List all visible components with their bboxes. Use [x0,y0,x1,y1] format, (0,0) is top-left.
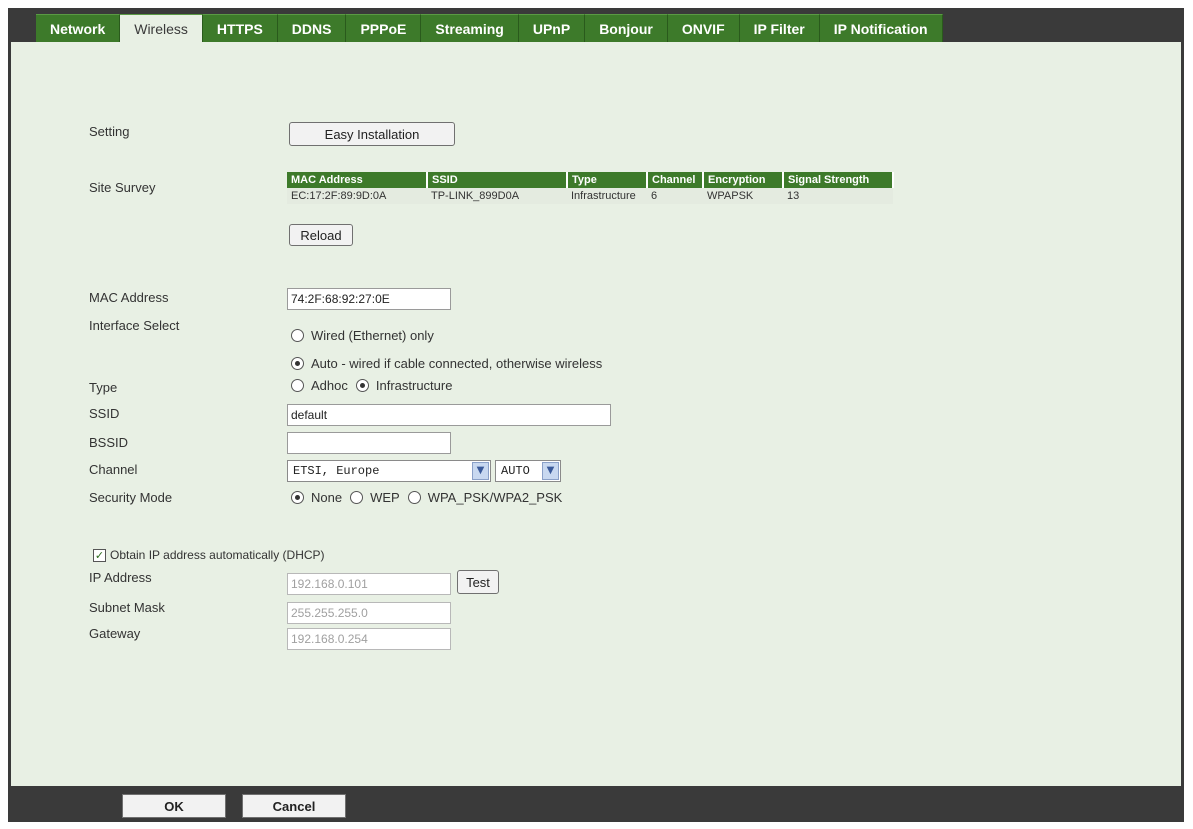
radio-button[interactable] [291,379,304,392]
tab-upnp[interactable]: UPnP [518,14,586,42]
radio-label: Wired (Ethernet) only [311,328,434,343]
tab-pppoe[interactable]: PPPoE [346,14,422,42]
security-option-wep[interactable]: WEP [350,490,400,505]
mac-address-field[interactable] [287,288,451,310]
ssid-field[interactable] [287,404,611,426]
tab-https[interactable]: HTTPS [202,14,278,42]
site-survey-table: MAC Address SSID Type Channel Encryption Sign… [287,172,894,204]
interface-option-row: Auto - wired if cable connected, otherwi… [291,356,602,371]
mac-address-label: MAC Address [89,290,169,305]
type-label: Type [89,380,118,395]
ip-address-label: IP Address [89,570,152,585]
tab-bar: Network Wireless HTTPS DDNS PPPoE Streaming UP… [36,14,943,42]
chevron-down-icon: ▼ [542,462,559,480]
type-option-adhoc[interactable]: Adhoc [291,378,348,393]
ssid-label: SSID [89,406,120,421]
security-mode-label: Security Mode [89,490,173,505]
type-option-infrastructure[interactable]: Infrastructure [355,378,453,393]
radio-button[interactable] [291,357,304,370]
tab-ip-filter[interactable]: IP Filter [739,14,820,42]
radio-label: Auto - wired if cable connected, otherwi… [311,356,603,371]
interface-select-label: Interface Select [89,318,180,333]
channel-region-value: ETSI, Europe [293,464,380,478]
reload-button[interactable]: Reload [289,224,353,246]
top-bar: Network Wireless HTTPS DDNS PPPoE Streaming UP… [8,8,1184,42]
gateway-field[interactable] [287,628,451,650]
chevron-down-icon: ▼ [472,462,489,480]
radio-button[interactable] [407,491,421,504]
tab-streaming[interactable]: Streaming [421,14,519,42]
bssid-field[interactable] [287,432,451,454]
radio-label: None [311,490,343,505]
app-frame: Network Wireless HTTPS DDNS PPPoE Streaming UP… [8,8,1184,822]
ok-button[interactable]: OK [122,794,226,818]
radio-button[interactable] [291,329,304,342]
table-cell: TP-LINK_899D0A [427,188,567,204]
table-cell: EC:17:2F:89:9D:0A [287,188,427,204]
channel-number-value: AUTO [501,464,530,478]
table-cell: 13 [783,188,893,204]
radio-label: WEP [370,490,400,505]
table-cell: Infrastructure [567,188,647,204]
security-mode-radio-group: None WEP WPA_PSK/WPA2_PSK [291,490,562,505]
ip-address-field[interactable] [287,573,451,595]
table-row[interactable]: EC:17:2F:89:9D:0A TP-LINK_899D0A Infrastru… [287,188,893,204]
bssid-label: BSSID [89,435,129,450]
channel-number-select[interactable]: AUTO ▼ [495,460,561,482]
column-header-mac-address: MAC Address [287,172,428,188]
radio-label: Infrastructure [375,378,453,393]
tab-wireless[interactable]: Wireless [120,14,203,42]
type-radio-group: Adhoc Infrastructure [291,378,452,393]
setting-label: Setting [89,124,130,139]
wireless-settings-panel: Setting Easy Installation Site Survey MA… [8,42,1184,786]
radio-label: Adhoc [311,378,348,393]
subnet-mask-label: Subnet Mask [89,600,165,615]
tab-onvif[interactable]: ONVIF [667,14,740,42]
interface-option-wired-ethernet-only[interactable]: Wired (Ethernet) only [291,328,434,343]
radio-button[interactable] [291,491,304,504]
column-header-signal-strength: Signal Strength [783,172,894,188]
channel-region-select[interactable]: ETSI, Europe ▼ [287,460,491,482]
table-cell: 6 [647,188,703,204]
cancel-button[interactable]: Cancel [242,794,346,818]
subnet-mask-field[interactable] [287,602,451,624]
radio-button[interactable] [355,379,369,392]
easy-installation-button[interactable]: Easy Installation [289,122,455,146]
dhcp-checkbox-row: ✓ Obtain IP address automatically (DHCP) [93,548,325,562]
checkmark-icon: ✓ [94,548,105,562]
site-survey-label: Site Survey [89,180,156,195]
tab-ip-notification[interactable]: IP Notification [819,14,943,42]
interface-option-auto-wired-if-cable-connected-otherwise-wireless[interactable]: Auto - wired if cable connected, otherwi… [291,356,602,371]
channel-label: Channel [89,462,138,477]
bottom-bar: OK Cancel [8,786,1184,822]
interface-option-row: Wired (Ethernet) only [291,328,434,343]
tab-network[interactable]: Network [36,14,121,42]
column-header-encryption: Encryption [703,172,784,188]
tab-ddns[interactable]: DDNS [277,14,347,42]
column-header-channel: Channel [647,172,704,188]
test-button[interactable]: Test [457,570,499,594]
tab-bonjour[interactable]: Bonjour [585,14,668,42]
security-option-none[interactable]: None [291,490,342,505]
table-cell: WPAPSK [703,188,783,204]
gateway-label: Gateway [89,626,141,641]
radio-label: WPA_PSK/WPA2_PSK [427,490,563,505]
dhcp-label: Obtain IP address automatically (DHCP) [110,548,325,562]
column-header-ssid: SSID [427,172,568,188]
table-header-row: MAC Address SSID Type Channel Encryption Sign… [287,172,894,188]
security-option-wpa-psk-wpa2-psk[interactable]: WPA_PSK/WPA2_PSK [407,490,563,505]
dhcp-checkbox[interactable]: ✓ [93,548,106,562]
column-header-type: Type [567,172,648,188]
radio-button[interactable] [350,491,364,504]
